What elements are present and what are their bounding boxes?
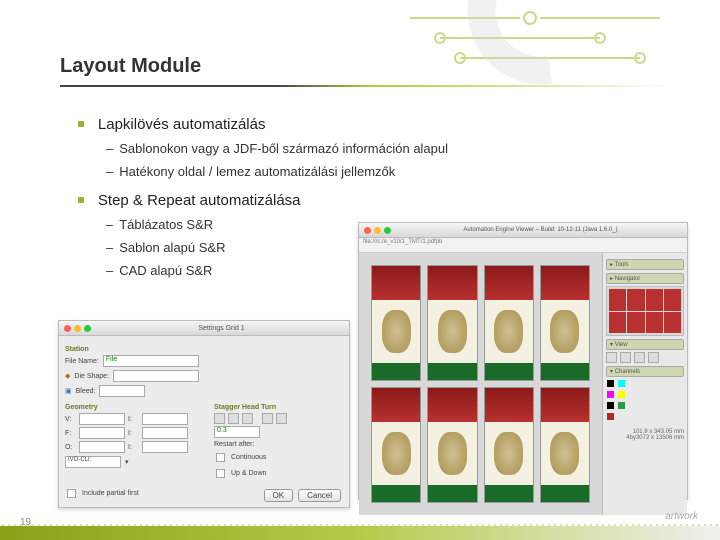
restart-label: Restart after: (214, 441, 254, 448)
section-geometry: Geometry (65, 404, 194, 411)
layout-card (540, 387, 590, 503)
stagger-value-input[interactable]: 0.3 (214, 426, 260, 438)
ok-button[interactable]: OK (264, 489, 294, 502)
section-stagger: Stagger Head Turn (214, 404, 343, 411)
viewer-path-bar: file:///c:/e_v10/1_TMT/1.pdfpb (359, 238, 687, 253)
minimize-icon (74, 325, 81, 332)
continuous-checkbox[interactable] (216, 453, 225, 462)
title-underline (60, 85, 680, 87)
layout-card (540, 265, 590, 381)
geom-v[interactable] (79, 413, 125, 425)
viewer-title: Automation Engine Viewer – Build: 10-12-… (394, 227, 687, 233)
viewer-side-panels: ▸ Tools ▸ Navigator ▾ View ▾ Channels (602, 253, 687, 515)
viewer-canvas[interactable] (359, 253, 602, 515)
viewer-titlebar: Automation Engine Viewer – Build: 10-12-… (359, 223, 687, 238)
include-partial-checkbox[interactable] (67, 489, 76, 498)
bullet-1-sub-2: –Hatékony oldal / lemez automatizálási j… (106, 164, 680, 179)
bullet-1: Lapkilövés automatizálás (78, 115, 680, 133)
bullet-2-text: Step & Repeat automatizálása (98, 192, 301, 209)
bullet-2: Step & Repeat automatizálása (78, 191, 680, 209)
panel-navigator: ▸ Navigator (606, 273, 684, 284)
footer-bar (0, 526, 720, 540)
close-icon (364, 227, 371, 234)
cancel-button[interactable]: Cancel (298, 489, 341, 502)
die-shape-select[interactable] (113, 370, 199, 382)
preset-select[interactable]: IVO-CLI: (65, 456, 121, 468)
geom-i2[interactable] (142, 427, 188, 439)
bullet-marker (78, 197, 84, 203)
geom-i3[interactable] (142, 441, 188, 453)
dialog-title: Settings Grid 1 (94, 325, 349, 332)
panel-view: ▾ View (606, 339, 684, 350)
view-tools[interactable] (606, 352, 684, 363)
file-name-input[interactable]: File (103, 355, 199, 367)
panel-tools: ▸ Tools (606, 259, 684, 270)
geom-f[interactable] (79, 427, 125, 439)
layout-card (427, 387, 477, 503)
stagger-mode-icons[interactable] (214, 413, 343, 424)
settings-dialog-screenshot: Settings Grid 1 Station File Name: File … (58, 320, 350, 508)
dialog-titlebar: Settings Grid 1 (59, 321, 349, 336)
decorative-circuit-graphic (400, 0, 680, 95)
layout-card (484, 265, 534, 381)
bleed-label: Bleed: (76, 388, 96, 395)
layout-card (427, 265, 477, 381)
navigator-thumb[interactable] (606, 286, 684, 336)
updown-checkbox[interactable] (216, 469, 225, 478)
minimize-icon (374, 227, 381, 234)
zoom-icon (84, 325, 91, 332)
shape-label: Die Shape: (74, 373, 109, 380)
bleed-input[interactable] (99, 385, 145, 397)
info-resolution: 4by3072 x 13506 mm (606, 435, 684, 441)
zoom-icon (384, 227, 391, 234)
close-icon (64, 325, 71, 332)
footer-brand: artwork (665, 511, 698, 522)
bullet-marker (78, 121, 84, 127)
slide-title: Layout Module (60, 55, 201, 78)
channel-swatches[interactable] (606, 379, 684, 423)
geom-o[interactable] (79, 441, 125, 453)
layout-card (371, 265, 421, 381)
bullet-1-text: Lapkilövés automatizálás (98, 116, 266, 133)
section-station: Station (65, 346, 343, 353)
geom-i[interactable] (142, 413, 188, 425)
panel-channels: ▾ Channels (606, 366, 684, 377)
layout-card (484, 387, 534, 503)
file-label: File Name: (65, 358, 99, 365)
layout-card (371, 387, 421, 503)
viewer-screenshot: Automation Engine Viewer – Build: 10-12-… (358, 222, 688, 500)
bullet-1-sub-1: –Sablonokon vagy a JDF-ből származó info… (106, 141, 680, 156)
